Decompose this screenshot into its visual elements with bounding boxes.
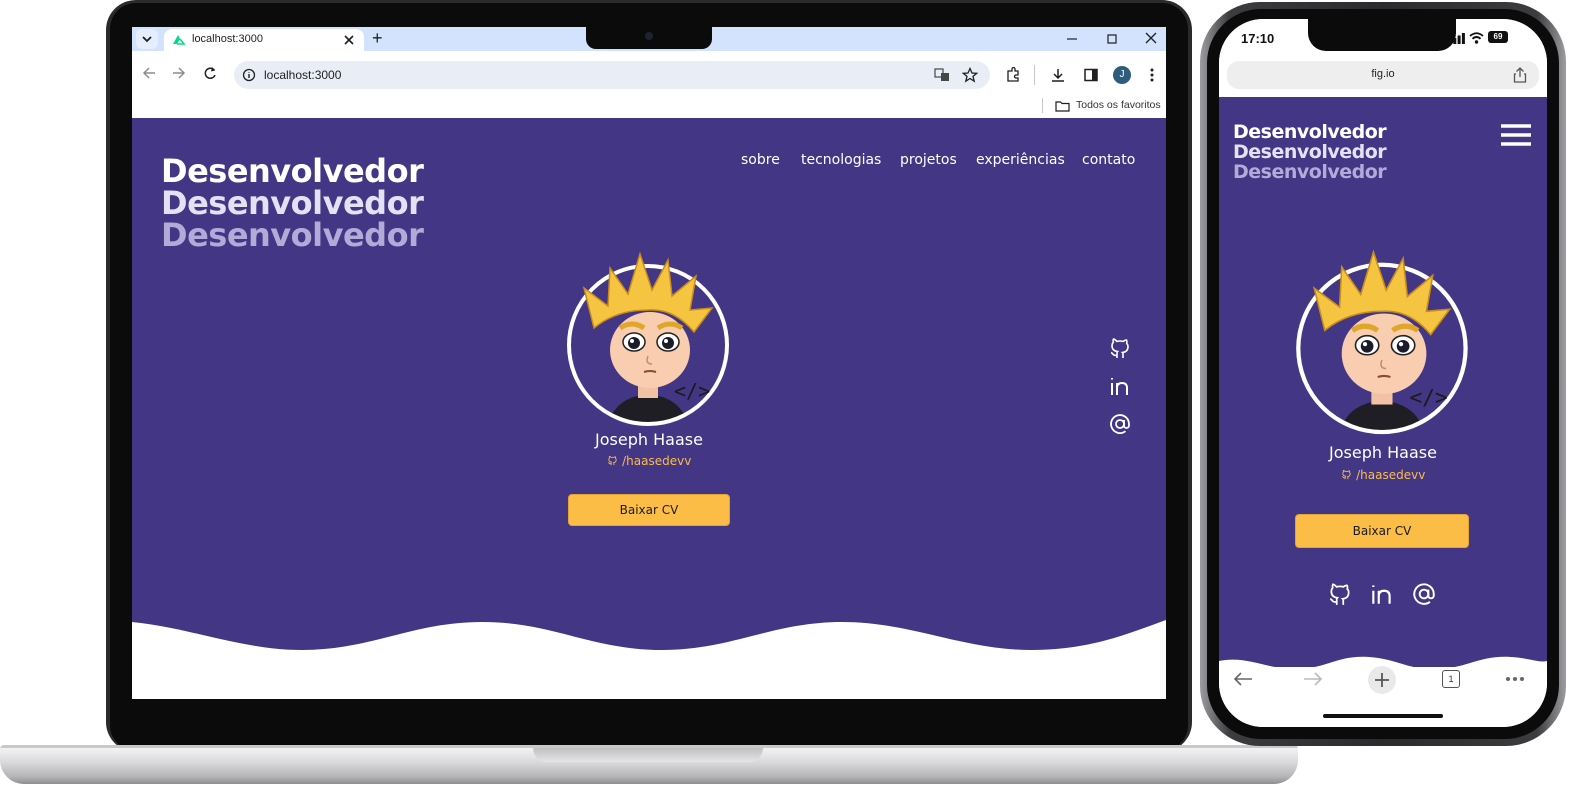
phone-forward-icon[interactable] (1303, 671, 1323, 687)
phone-back-icon[interactable] (1233, 671, 1253, 687)
close-icon[interactable] (344, 35, 354, 45)
profile-name: Joseph Haase (595, 430, 703, 449)
nav-link-tecnologias[interactable]: tecnologias (801, 152, 881, 168)
phone-screen: 17:10 69 fig.io Desenvolvedor Desenvolve… (1219, 19, 1547, 727)
download-icon[interactable] (1050, 67, 1066, 83)
github-handle-link[interactable]: /haasedevv (549, 452, 749, 470)
laptop-base-notch (533, 748, 763, 762)
chevron-down-icon (142, 36, 152, 43)
hamburger-menu-icon[interactable] (1501, 123, 1531, 147)
tab-title: localhost:3000 (192, 33, 263, 45)
mobile-github-handle: /haasedevv (1356, 468, 1426, 482)
portfolio-page: Desenvolvedor Desenvolvedor Desenvolvedo… (132, 118, 1166, 699)
minimize-icon[interactable] (1066, 33, 1078, 45)
github-small-icon (607, 455, 617, 466)
github-small-icon (1341, 469, 1351, 480)
github-handle: /haasedevv (622, 454, 692, 468)
mobile-hero-title-1: Desenvolvedor (1233, 121, 1387, 143)
mobile-hero-title-3: Desenvolvedor (1233, 161, 1387, 183)
mobile-linkedin-icon[interactable] (1369, 581, 1395, 607)
all-bookmarks-link[interactable]: Todos os favoritos (1076, 99, 1161, 111)
tab-search-button[interactable] (136, 29, 158, 49)
mobile-github-handle-link[interactable]: /haasedevv (1283, 466, 1483, 484)
folder-icon (1055, 101, 1070, 112)
nuxt-favicon-icon (173, 35, 186, 45)
bookmarks-bar: Todos os favoritos (132, 93, 1166, 118)
url-text[interactable]: localhost:3000 (264, 68, 341, 82)
share-icon[interactable] (1513, 67, 1527, 83)
status-time: 17:10 (1241, 31, 1275, 46)
profile-avatar[interactable]: J (1113, 66, 1131, 84)
linkedin-icon[interactable] (1108, 374, 1132, 398)
bookmark-star-icon[interactable] (962, 67, 978, 83)
nav-link-sobre[interactable]: sobre (741, 152, 780, 168)
toolbar-divider (1034, 65, 1035, 85)
side-panel-icon[interactable] (1083, 67, 1099, 83)
nav-link-experiencias[interactable]: experiências (976, 152, 1065, 168)
phone-url-bar[interactable]: fig.io (1227, 61, 1539, 89)
tab-count: 1 (1448, 674, 1454, 684)
svg-text:</>: </> (1409, 385, 1447, 410)
phone-url-text: fig.io (1371, 68, 1395, 80)
more-menu-icon[interactable] (1146, 67, 1158, 83)
at-icon[interactable] (1108, 412, 1132, 436)
extensions-icon[interactable] (1005, 67, 1021, 83)
battery-icon: 69 (1488, 31, 1508, 43)
back-arrow-icon[interactable] (142, 66, 156, 80)
download-cv-button[interactable]: Baixar CV (568, 494, 730, 526)
maximize-icon[interactable] (1106, 33, 1118, 45)
mobile-github-icon[interactable] (1327, 581, 1353, 607)
bookmarks-divider (1042, 98, 1043, 113)
translate-icon[interactable] (934, 68, 950, 82)
github-icon[interactable] (1108, 336, 1132, 360)
signal-icon (1449, 33, 1465, 44)
battery-level: 69 (1493, 32, 1503, 41)
phone-bottom-toolbar: 1 (1219, 666, 1547, 727)
window-close-icon[interactable] (1145, 32, 1157, 44)
dynamic-island (1308, 19, 1456, 51)
browser-tab[interactable]: localhost:3000 (164, 29, 364, 51)
laptop-camera (645, 32, 653, 40)
hero-title-3: Desenvolvedor (161, 216, 424, 254)
home-indicator (1323, 714, 1443, 718)
mobile-avatar: </> (1296, 249, 1468, 435)
laptop-screen: localhost:3000 + localhost:3000 J Todos … (132, 27, 1166, 699)
site-info-icon[interactable] (242, 68, 256, 82)
mobile-hero-title-2: Desenvolvedor (1233, 141, 1387, 163)
address-bar[interactable]: localhost:3000 (234, 61, 990, 89)
plus-icon (1375, 673, 1389, 687)
reload-icon[interactable] (203, 66, 217, 80)
wave-divider (132, 620, 1166, 699)
mobile-download-cv-button[interactable]: Baixar CV (1295, 514, 1469, 548)
forward-arrow-icon[interactable] (172, 66, 186, 80)
phone-more-icon[interactable] (1505, 676, 1525, 682)
wifi-icon (1469, 32, 1484, 44)
mobile-profile-name: Joseph Haase (1329, 443, 1437, 462)
svg-text:</>: </> (674, 379, 710, 403)
mobile-at-icon[interactable] (1411, 581, 1437, 607)
phone-new-tab-button[interactable] (1368, 666, 1396, 694)
nav-link-contato[interactable]: contato (1082, 152, 1135, 168)
mobile-portfolio-page: Desenvolvedor Desenvolvedor Desenvolvedo… (1219, 97, 1547, 681)
nav-link-projetos[interactable]: projetos (900, 152, 957, 168)
new-tab-button[interactable]: + (372, 29, 383, 47)
phone-tabs-button[interactable]: 1 (1442, 670, 1460, 688)
avatar: </> (567, 251, 729, 426)
